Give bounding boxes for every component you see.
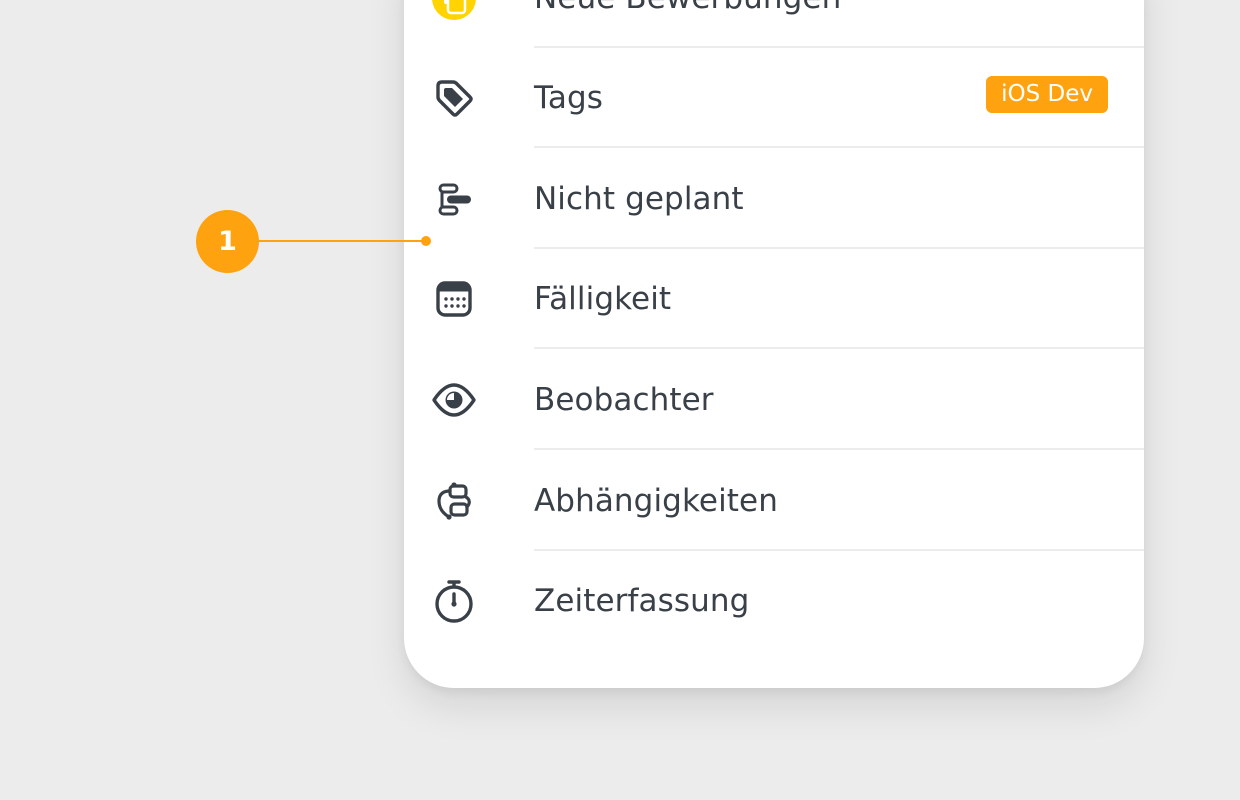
tag-icon bbox=[430, 74, 478, 122]
menu-item-label: Neue Bewerbungen bbox=[534, 0, 841, 16]
menu-item-label: Nicht geplant bbox=[534, 181, 744, 217]
divider bbox=[534, 448, 1144, 450]
dependencies-icon bbox=[430, 477, 478, 525]
menu-item-label: Abhängigkeiten bbox=[534, 483, 778, 519]
menu-item-label: Fälligkeit bbox=[534, 281, 672, 317]
menu-card: Neue Bewerbungen Tags iOS Dev bbox=[404, 0, 1144, 688]
callout-number-badge: 1 bbox=[196, 210, 259, 273]
divider bbox=[534, 347, 1144, 349]
menu-item-nicht-geplant[interactable]: Nicht geplant bbox=[404, 149, 1144, 249]
stacked-documents-icon bbox=[430, 0, 478, 22]
callout-connector-line bbox=[258, 240, 426, 242]
menu-item-label: Beobachter bbox=[534, 382, 714, 418]
menu-item-zeiterfassung[interactable]: Zeiterfassung bbox=[404, 551, 1144, 651]
calendar-icon bbox=[430, 275, 478, 323]
menu-item-beobachter[interactable]: Beobachter bbox=[404, 350, 1144, 450]
tag-badge[interactable]: iOS Dev bbox=[986, 76, 1108, 113]
menu-item-neue-bewerbungen[interactable]: Neue Bewerbungen bbox=[404, 0, 1144, 48]
callout-connector-dot bbox=[421, 236, 431, 246]
menu-item-label: Zeiterfassung bbox=[534, 583, 750, 619]
divider bbox=[534, 146, 1144, 148]
eye-icon bbox=[430, 376, 478, 424]
menu-item-tags[interactable]: Tags iOS Dev bbox=[404, 48, 1144, 148]
stopwatch-icon bbox=[430, 577, 478, 625]
unscheduled-bars-icon bbox=[430, 175, 478, 223]
menu-item-abhaengigkeiten[interactable]: Abhängigkeiten bbox=[404, 451, 1144, 551]
menu-item-label: Tags bbox=[534, 80, 604, 116]
menu-item-faelligkeit[interactable]: Fälligkeit bbox=[404, 249, 1144, 349]
